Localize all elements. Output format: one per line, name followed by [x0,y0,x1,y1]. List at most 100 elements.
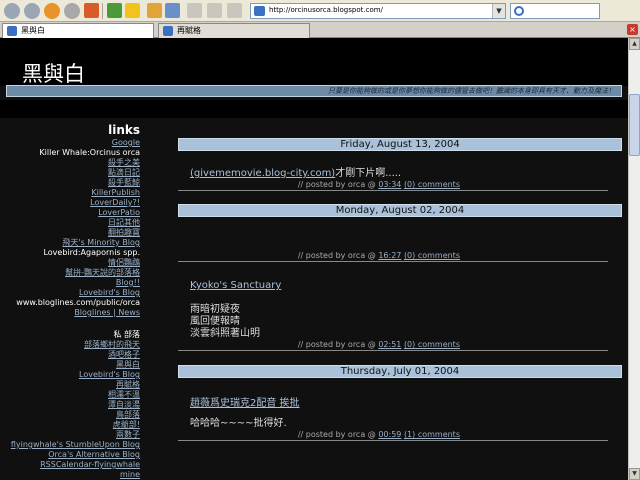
private-blogs-heading: 私 部落 [113,330,140,339]
date-header: Friday, August 13, 2004 [178,138,622,151]
sidebar-link[interactable]: 再賦格 [0,380,140,390]
sidebar-link[interactable]: LoverPatio [0,208,140,218]
sidebar-link[interactable]: 黑與白 [0,360,140,370]
sidebar-label: Lovebird:Agapornis spp. [43,248,140,257]
reload-icon[interactable] [44,3,60,19]
sidebar-link[interactable]: 日記其他 [0,218,140,228]
vertical-scrollbar[interactable]: ▲ ▼ [628,38,640,480]
window-icon[interactable] [165,3,180,18]
sidebar-link[interactable]: 翻拍趣寶 [0,228,140,238]
copy-icon[interactable] [207,3,222,18]
edit-icon[interactable] [107,3,122,18]
header-strip [0,100,628,118]
sidebar-link[interactable]: Blog!! [0,278,140,288]
sidebar-link[interactable]: 情侶鸚鵡 [0,258,140,268]
post-line: 雨暗初疑夜 [190,304,240,315]
post-line: 風回便報晴 [190,316,240,327]
post-title: (givememovie.blog-city.com)才剛下片啊..... [190,168,622,180]
sidebar-link[interactable]: 酒吧格子 [0,350,140,360]
date-header: Thursday, July 01, 2004 [178,365,622,378]
post-footer: // posted by orca @ 00:59 (1) comments [178,430,608,441]
post-title-link[interactable]: 趙薇爲史瑞克2配音 挨批 [190,398,300,409]
sidebar-link[interactable]: Google [0,138,140,148]
address-dropdown-icon[interactable]: ▼ [492,4,505,18]
stop-icon[interactable] [64,3,80,19]
blog-header: 黑與白 [0,38,628,86]
sidebar-link[interactable]: 兩數子 [0,430,140,440]
sidebar-link[interactable]: 鳥部落 [0,410,140,420]
close-tab-icon[interactable]: × [627,24,638,35]
sidebar-link[interactable]: Bloglines | News [0,308,140,318]
sidebar-link[interactable]: 殺手之美 [0,158,140,168]
tab-black-white[interactable]: 黑與白 [2,23,154,38]
comments-link[interactable]: (0) comments [404,180,460,189]
sidebar-link[interactable]: 飛天's Minority Blog [0,238,140,248]
sidebar-link[interactable]: 部落鄉村的飛天 [0,340,140,350]
sidebar-link[interactable]: Lovebird's Blog [0,288,140,298]
post-time-link[interactable]: 03:34 [378,180,401,189]
sidebar-link[interactable]: Lovebird's Blog [0,370,140,380]
sidebar-link[interactable]: KillerPublish [0,188,140,198]
post-footer: // posted by orca @ 16:27 (0) comments [178,251,608,262]
forward-icon[interactable] [24,3,40,19]
sidebar-link[interactable]: flyingwhale's StumbleUpon Blog [0,440,140,450]
post-title-link[interactable]: Kyoko's Sanctuary [190,280,281,291]
comments-link[interactable]: (0) comments [404,251,460,260]
tab-label: 再賦格 [177,26,201,35]
posts-column: Friday, August 13, 2004 (givememovie.blo… [178,138,622,441]
tab-favicon-icon [7,26,17,36]
scrollbar-thumb[interactable] [629,94,640,156]
sidebar-label: www.bloglines.com/public/orca [16,298,140,307]
paste-icon[interactable] [227,3,242,18]
contacts-icon[interactable] [147,3,162,18]
comments-link[interactable]: (1) comments [404,430,460,439]
post-title-suffix: 才剛下片啊..... [335,168,402,179]
post-footer: // posted by orca @ 02:51 (0) comments [178,340,608,351]
scroll-down-icon[interactable]: ▼ [629,468,640,480]
links-heading: links [108,123,140,137]
post-title: 趙薇爲史瑞克2配音 挨批 [190,394,622,409]
toolbar-separator [102,3,103,19]
sidebar-link[interactable]: mine [0,470,140,480]
bookmark-star-icon[interactable] [125,3,140,18]
sidebar-link[interactable]: LoverDaily?! [0,198,140,208]
scroll-up-icon[interactable]: ▲ [629,38,640,50]
post-title: Kyoko's Sanctuary [190,280,622,292]
search-icon[interactable] [514,6,524,16]
comments-link[interactable]: (0) comments [404,340,460,349]
blog-title[interactable]: 黑與白 [22,58,85,88]
sidebar-link[interactable]: 幫拚-鸚天說的部落格 [0,268,140,278]
post-line: 淡雲斜照著山明 [190,328,260,339]
post-time-link[interactable]: 02:51 [378,340,401,349]
post-title-link[interactable]: (givememovie.blog-city.com) [190,168,335,179]
private-links-list: 部落鄉村的飛天 酒吧格子 黑與白 Lovebird's Blog 再賦格 相濡不溫 潭自淡湯… [0,340,140,480]
home-icon[interactable] [84,3,99,18]
tab-refugue[interactable]: 再賦格 [158,23,310,38]
sidebar: links Google Killer Whale:Orcinus orca 殺手之… [0,122,140,480]
sidebar-link[interactable]: 點滴日記 [0,168,140,178]
blog-description: 只要是你能夠做的或是你夢想你能夠做的儘管去做吧！膽識的本身即具有天才、動力及魔法… [6,85,622,97]
address-bar[interactable]: http://orcinusorca.blogspot.com/ ▼ [250,3,506,19]
post-time-link[interactable]: 16:27 [378,251,401,260]
sidebar-link[interactable]: RSSCalendar-flyingwhale [0,460,140,470]
new-page-icon[interactable] [187,3,202,18]
sidebar-link[interactable]: 潭自淡湯 [0,400,140,410]
sidebar-link[interactable]: Orca's Alternative Blog [0,450,140,460]
sidebar-link[interactable]: 殺手藍鯨 [0,178,140,188]
sidebar-link[interactable]: 相濡不溫 [0,390,140,400]
post-time-link[interactable]: 00:59 [378,430,401,439]
search-box[interactable] [510,3,600,19]
back-icon[interactable] [4,3,20,19]
browser-toolbar: http://orcinusorca.blogspot.com/ ▼ [0,0,640,22]
sidebar-link[interactable]: 虎爺部! [0,420,140,430]
post-line: 哈哈哈~~~~批得好. [190,418,287,429]
address-text[interactable]: http://orcinusorca.blogspot.com/ [269,6,383,14]
tab-label: 黑與白 [21,26,45,35]
